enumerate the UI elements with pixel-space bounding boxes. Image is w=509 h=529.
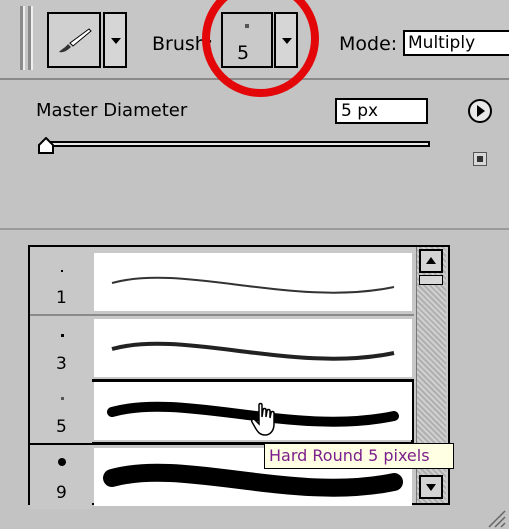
brush-tip-preview [245, 24, 249, 28]
dropdown-arrow-icon [282, 38, 292, 44]
brush-tip-thumbnail: 5 [30, 379, 92, 443]
arrow-up-icon [426, 257, 436, 264]
brush-size-label: 1 [56, 288, 67, 308]
panel-menu-icon[interactable] [467, 98, 493, 124]
tool-preset-dropdown[interactable] [103, 12, 127, 68]
brush-tool-icon [59, 28, 92, 53]
mode-label: Mode: [339, 33, 398, 55]
scroll-down-button[interactable] [419, 475, 443, 499]
brush-tip-thumbnail: 1 [30, 250, 92, 314]
brush-stroke-preview [94, 319, 412, 377]
brush-tip-thumbnail: 3 [30, 316, 92, 380]
brush-preset-size: 5 [237, 42, 250, 64]
arrow-down-icon [426, 484, 436, 491]
master-diameter-input[interactable]: 5 px [335, 98, 428, 124]
scroll-up-button[interactable] [419, 249, 443, 273]
mode-select[interactable]: Multiply [403, 30, 509, 56]
brush-size-label: 5 [56, 417, 67, 437]
toolbar-grip-2[interactable] [28, 6, 33, 70]
brush-label: Brush: [152, 33, 214, 55]
brush-tooltip: Hard Round 5 pixels [264, 443, 454, 469]
brush-stroke-preview [94, 253, 412, 311]
master-diameter-slider[interactable] [46, 141, 430, 147]
brush-item-5[interactable]: 5 [30, 379, 414, 445]
scroll-thumb[interactable] [419, 275, 443, 285]
panel-options-button[interactable] [473, 152, 487, 166]
resize-grip-icon[interactable] [483, 505, 507, 529]
master-diameter-label: Master Diameter [36, 100, 188, 121]
toolbar-grip[interactable] [20, 6, 25, 70]
brush-size-label: 9 [56, 483, 67, 503]
dropdown-arrow-icon [111, 38, 121, 44]
brush-preset-dropdown[interactable] [274, 12, 298, 68]
brush-item-1[interactable]: 1 [30, 250, 414, 314]
brush-preset-picker[interactable]: 5 [221, 12, 273, 68]
brush-tip-thumbnail: 9 [30, 445, 92, 509]
brush-item-3[interactable]: 3 [30, 316, 414, 380]
hand-cursor-icon [251, 402, 275, 436]
tool-preset-button[interactable] [47, 12, 101, 68]
brush-size-label: 3 [56, 354, 67, 374]
slider-thumb[interactable] [37, 137, 55, 155]
